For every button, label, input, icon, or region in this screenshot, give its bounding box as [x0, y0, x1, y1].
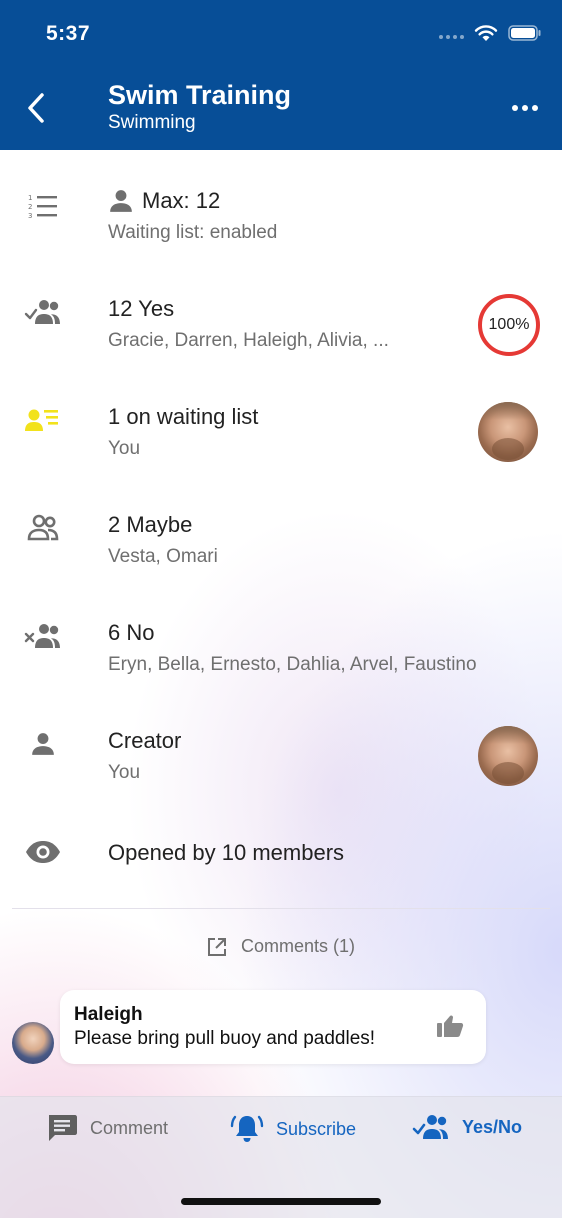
- home-indicator[interactable]: [181, 1198, 381, 1205]
- like-button[interactable]: [436, 1014, 464, 1043]
- battery-icon: [508, 25, 541, 41]
- attendance-percent-badge: 100%: [478, 294, 540, 356]
- person-icon: [110, 190, 132, 212]
- yes-names: Gracie, Darren, Haleigh, Alivia, ...: [108, 330, 389, 351]
- wifi-icon: [474, 25, 498, 41]
- chevron-left-icon: [28, 93, 44, 123]
- eye-icon: [24, 836, 62, 868]
- opened-by-text: Opened by 10 members: [108, 840, 345, 865]
- comments-count-label: Comments (1): [240, 936, 356, 956]
- yes-no-button[interactable]: Yes/No: [412, 1113, 522, 1141]
- svg-text:1: 1: [28, 194, 32, 202]
- numbered-list-icon: 1 2 3: [24, 190, 62, 222]
- capacity-label: Max: 12: [108, 188, 220, 214]
- comment-bubble[interactable]: Haleigh Please bring pull buoy and paddl…: [60, 990, 486, 1064]
- comment-button-label: Comment: [90, 1117, 169, 1138]
- comment-button[interactable]: Comment: [46, 1113, 168, 1143]
- maybe-count: 2 Maybe: [108, 512, 193, 537]
- capacity-text: Max: 12: [142, 188, 221, 213]
- creator-name: You: [108, 762, 141, 783]
- status-icons: [438, 24, 542, 42]
- more-horizontal-icon: [512, 105, 538, 111]
- creator-label: Creator: [108, 728, 182, 753]
- comment-text: Please bring pull buoy and paddles!: [74, 1028, 376, 1049]
- status-time: 5:37: [46, 22, 91, 45]
- more-options-button[interactable]: [510, 96, 540, 120]
- maybe-names: Vesta, Omari: [108, 546, 218, 567]
- thumbs-up-icon: [437, 1015, 464, 1037]
- app-header: 5:37 Swim Training Swimming: [0, 0, 562, 150]
- comments-link[interactable]: Comments (1): [0, 936, 562, 957]
- svg-text:3: 3: [28, 212, 32, 219]
- group-x-icon: [24, 620, 62, 652]
- no-names: Eryn, Bella, Ernesto, Dahlia, Arvel, Fau…: [108, 654, 477, 675]
- yes-count: 12 Yes: [108, 296, 175, 321]
- subscribe-button[interactable]: Subscribe: [230, 1113, 356, 1145]
- person-icon: [24, 728, 62, 760]
- waiting-list-count: 1 on waiting list: [108, 404, 259, 429]
- waiting-list-status: Waiting list: enabled: [108, 222, 278, 243]
- svg-text:2: 2: [28, 203, 32, 211]
- back-button[interactable]: [18, 88, 54, 128]
- bell-ringing-icon: [230, 1115, 264, 1142]
- avatar: [478, 726, 538, 786]
- page-subtitle: Swimming: [108, 112, 196, 133]
- waiting-list-names: You: [108, 438, 141, 459]
- page-title: Swim Training: [108, 80, 292, 110]
- no-count: 6 No: [108, 620, 155, 645]
- group-check-icon: [412, 1115, 448, 1139]
- avatar: [12, 1022, 54, 1064]
- waiting-list-icon: [24, 404, 62, 436]
- signal-icon: [439, 35, 464, 39]
- comment-icon: [49, 1115, 77, 1141]
- group-icon: [24, 512, 62, 544]
- avatar: [478, 402, 538, 462]
- comment-author: Haleigh: [74, 1004, 143, 1025]
- open-external-icon: [207, 937, 226, 956]
- divider: [12, 908, 550, 909]
- subscribe-button-label: Subscribe: [276, 1118, 357, 1139]
- yes-no-button-label: Yes/No: [462, 1116, 523, 1137]
- group-check-icon: [24, 296, 62, 328]
